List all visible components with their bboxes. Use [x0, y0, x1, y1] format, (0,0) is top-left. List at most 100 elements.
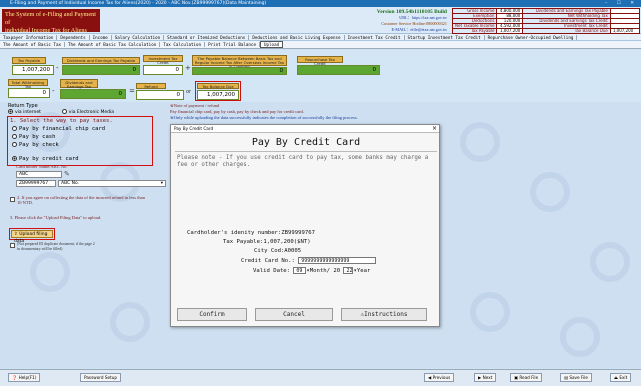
tab-print-trial[interactable]: Print Trial Balance [205, 42, 260, 47]
chevron-down-icon: ▾ [160, 181, 163, 186]
sub-tabs: The Amount of Basic Tax The Amount of Bas… [0, 41, 641, 49]
overseas-value: 0 [192, 67, 287, 75]
holder-arc-select[interactable]: ABC No. ▾ [58, 180, 166, 187]
div-tax-payable-value: 0 [62, 65, 140, 75]
dialog-divider [175, 151, 437, 152]
div-credit-label: Dividends and Earnings Tax Credit [60, 79, 98, 93]
pay-credit-option[interactable]: Pay by credit card [12, 155, 79, 163]
watermark-icon [560, 317, 600, 357]
menu-item-investment[interactable]: Investment Tax Credit [344, 35, 405, 40]
step2-text: 2. If you agree on collecting the data o… [17, 195, 145, 205]
instructions-button[interactable]: ⚠Instructions [341, 308, 427, 321]
window-title: E-Filing and Payment of Individual Incom… [10, 1, 267, 6]
holder-arc-value: ABC No. [61, 181, 80, 186]
via-internet-label: via internet [15, 110, 41, 115]
valid-month-value: 09 [296, 268, 303, 274]
menu-item-startup[interactable]: Startup Investment Tax Credit [404, 35, 485, 40]
password-setup-button[interactable]: Password Setup [80, 373, 122, 382]
next-button[interactable]: ▶ Next [474, 373, 497, 382]
balance-value: 1,007,200 [197, 90, 239, 100]
tab-tax-calc[interactable]: Tax Calculation [160, 42, 206, 47]
repurchase-value: 0 [297, 65, 380, 75]
op-plus: + [185, 64, 191, 72]
app-title-line1: The System of e-Filing and Payment of [5, 11, 96, 26]
card-no-input[interactable]: 9999999999999999 [298, 257, 377, 264]
step3-text: 3. Please click the "Upload Filing Data"… [10, 215, 102, 220]
tax-payable-value: 1,007,200 [12, 65, 54, 75]
tax-summary-panel: Gross Income 4,800,000 Dividends and Earni… [451, 8, 641, 34]
op-minus-2: - [52, 87, 55, 95]
doc-checkbox[interactable] [10, 243, 15, 248]
menu-item-salary[interactable]: Salary Calculation [111, 35, 165, 40]
div-credit-value: 0 [60, 89, 126, 99]
watermark-icon [590, 242, 630, 282]
investment-credit-value: 0 [143, 65, 183, 75]
main-menu: Taxpayer Information Dependents Income Sala… [0, 34, 641, 41]
menu-item-taxpayer[interactable]: Taxpayer Information [0, 35, 58, 40]
holder-id-field[interactable]: ZB99999767 [16, 180, 56, 187]
menu-item-deductions[interactable]: Standard or Itemized Deductions [164, 35, 250, 40]
menu-item-dependents[interactable]: Dependents [57, 35, 90, 40]
tax-payable-label: Tax Payable [12, 57, 46, 64]
card-no-row: Credit Card No.: 9999999999999999 [241, 257, 377, 265]
arrow-right-icon: ▶ [478, 375, 482, 380]
pay-check-label: Pay by check [19, 142, 59, 148]
exit-button[interactable]: ⏏ Exit [610, 373, 632, 382]
pay-chip-label: Pay by financial chip card [19, 126, 106, 132]
op-equals: = [129, 87, 135, 95]
pay-cash-option[interactable]: Pay by cash [12, 133, 55, 141]
menu-item-income[interactable]: Income [89, 35, 112, 40]
read-file-label: Read File [519, 375, 539, 380]
read-file-button[interactable]: ▣ Read File [510, 373, 543, 382]
instructions-label: Instructions [364, 311, 408, 318]
radio-via-media[interactable] [61, 109, 67, 114]
email-text[interactable]: E-MAIL：efile@etax.nat.gov.tw [347, 27, 447, 33]
previous-label: Previous [432, 375, 451, 380]
help-button[interactable]: ❓ Help(F1) [8, 373, 41, 382]
refund-agree-checkbox[interactable] [10, 197, 15, 202]
holder-name-field[interactable]: ABC [16, 171, 62, 178]
menu-item-repurchase[interactable]: Repurchase Owner-Occupied Dwelling [484, 35, 578, 40]
save-icon: ▤ [564, 375, 568, 380]
summary-value: 1,007,200 [496, 28, 524, 34]
valid-year-suffix: Year [356, 268, 371, 274]
window-title-bar: E-Filing and Payment of Individual Incom… [0, 0, 641, 7]
balance-label: Tax Balance Due [197, 83, 239, 89]
repurchase-label: Repurchase Tax Credit [297, 56, 343, 66]
card-no-label: Credit Card No.: [241, 258, 295, 264]
investment-credit-label: Investment Tax Credit [143, 55, 183, 65]
cancel-button[interactable]: Cancel [255, 308, 333, 321]
tab-basic-tax[interactable]: The Amount of Basic Tax [0, 42, 65, 47]
close-icon[interactable]: × [432, 125, 437, 133]
pay-check-option[interactable]: Pay by check [12, 141, 59, 149]
exit-label: Exit [619, 375, 628, 380]
summary-label: Tax Payable [451, 28, 498, 34]
pay-chip-option[interactable]: Pay by financial chip card [12, 125, 105, 133]
edit-pencil-icon[interactable]: ✎ [64, 170, 70, 178]
valid-year-select[interactable]: 22 [343, 267, 354, 274]
next-label: Next [482, 375, 493, 380]
credit-card-dialog: Pay By Credit Card × Pay By Credit Card P… [170, 124, 440, 327]
folder-icon: ▣ [514, 375, 518, 380]
tab-basic-tax-calc[interactable]: The Amount of Basic Tax Calculation [65, 42, 161, 47]
valid-month-select[interactable]: 09 [293, 267, 307, 274]
radio-via-internet[interactable] [8, 109, 13, 114]
window-controls[interactable]: – ☐ ✕ [605, 0, 638, 7]
op-minus: - [56, 64, 59, 72]
footer-bar: ❓ Help(F1) Password Setup ◀ Previous ▶ N… [0, 369, 641, 386]
city-code-line: City Cod:A0005 [254, 248, 302, 254]
valid-date-row: Valid Date: 09 ▾Month/ 20 22▾Year [253, 267, 370, 275]
save-file-button[interactable]: ▤ Save File [560, 373, 592, 382]
pay-credit-label: Pay by credit card [19, 156, 79, 162]
previous-button[interactable]: ◀ Previous [424, 373, 455, 382]
exit-icon: ⏏ [614, 375, 618, 380]
refund-label: Refund [136, 83, 166, 89]
via-media-label: via Electronic Media [68, 110, 115, 115]
menu-item-basic-living[interactable]: Deductions and Basic Living Expense [249, 35, 345, 40]
confirm-button[interactable]: Confirm [177, 308, 247, 321]
upload-filing-button[interactable]: ⇪ Upload filing data [11, 230, 53, 244]
dialog-heading: Pay By Credit Card [251, 137, 361, 148]
refund-value: 0 [136, 90, 184, 100]
tab-upload[interactable]: Upload [259, 41, 284, 48]
op-or: or [186, 89, 192, 95]
